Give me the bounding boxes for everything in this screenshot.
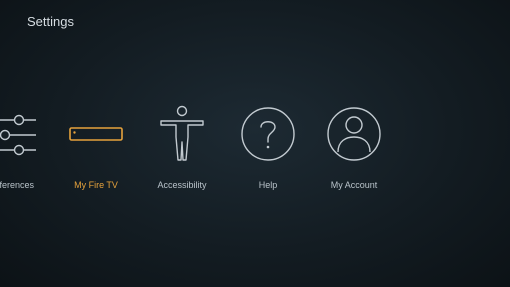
menu-item-label: Help bbox=[258, 180, 278, 190]
menu-item-label: ferences bbox=[0, 180, 34, 190]
menu-item-help[interactable]: Help bbox=[218, 100, 318, 200]
help-question-icon bbox=[218, 100, 318, 170]
menu-item-label: Accessibility bbox=[157, 180, 207, 190]
menu-item-label: My Fire TV bbox=[74, 180, 118, 190]
menu-item-label: My Account bbox=[330, 180, 378, 190]
account-person-icon bbox=[304, 100, 404, 170]
menu-item-my-fire-tv[interactable]: My Fire TV bbox=[46, 100, 146, 200]
menu-item-accessibility[interactable]: Accessibility bbox=[132, 100, 232, 200]
menu-item-my-account[interactable]: My Account bbox=[304, 100, 404, 200]
accessibility-person-icon bbox=[132, 100, 232, 170]
settings-menu: ferences My Fire TV Accessibility Help M… bbox=[0, 0, 510, 287]
sliders-icon bbox=[0, 100, 50, 170]
menu-item-preferences[interactable]: ferences bbox=[0, 100, 50, 200]
fire-tv-device-icon bbox=[46, 100, 146, 170]
